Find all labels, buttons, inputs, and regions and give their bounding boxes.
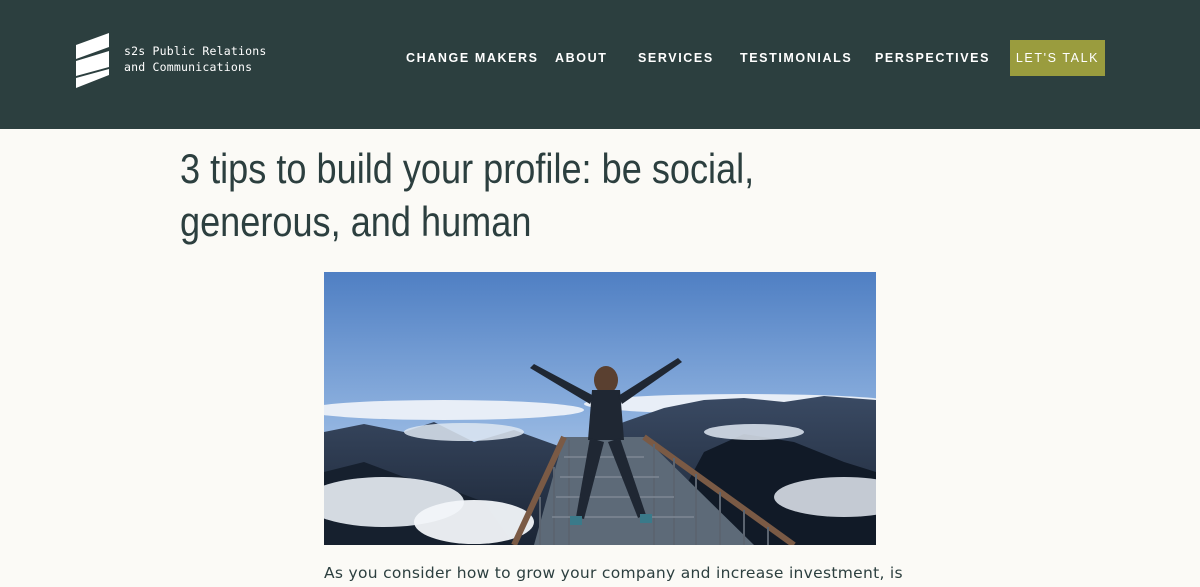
nav-item-change-makers[interactable]: CHANGE MAKERS [406,51,539,65]
article-intro: As you consider how to grow your company… [324,564,903,582]
brand-name[interactable]: s2s Public Relations and Communications [124,43,266,75]
s2s-logo-icon[interactable] [74,31,112,89]
nav-item-about[interactable]: ABOUT [555,51,607,65]
article-title: 3 tips to build your profile: be social,… [180,145,755,245]
site-header: s2s Public Relations and Communications … [0,0,1200,129]
nav-item-services[interactable]: SERVICES [638,51,714,65]
brand-line-1: s2s Public Relations [124,44,267,58]
lets-talk-button[interactable]: LET'S TALK [1010,40,1105,76]
brand-line-2: and Communications [124,60,253,74]
hero-image [324,272,876,545]
nav-item-perspectives[interactable]: PERSPECTIVES [875,51,990,65]
nav-item-testimonials[interactable]: TESTIMONIALS [740,51,852,65]
